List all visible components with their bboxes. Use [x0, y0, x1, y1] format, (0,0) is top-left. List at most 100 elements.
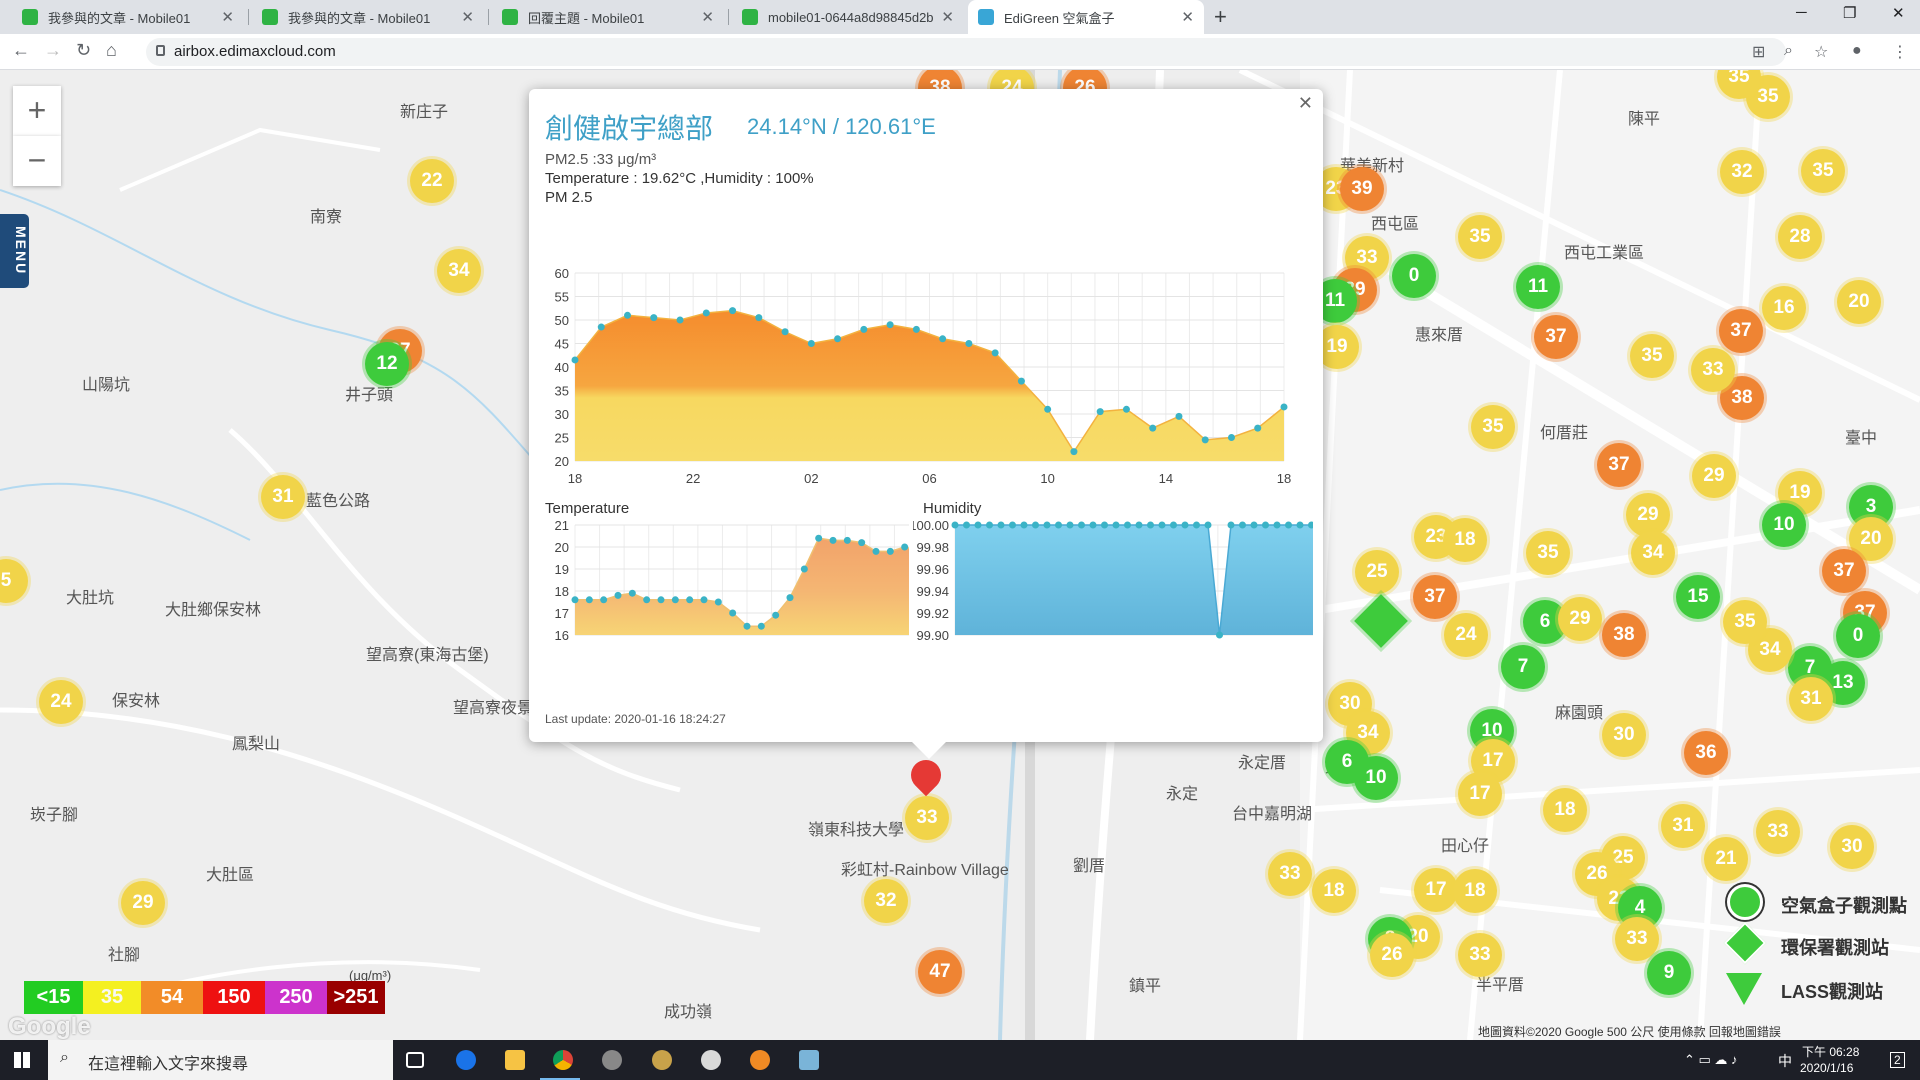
- airbox-station-marker[interactable]: 38: [1602, 613, 1646, 657]
- airbox-station-marker[interactable]: 10: [1354, 756, 1398, 800]
- airbox-station-marker[interactable]: 31: [1661, 804, 1705, 848]
- data-point[interactable]: [1055, 521, 1062, 529]
- data-point[interactable]: [643, 596, 651, 604]
- data-point[interactable]: [1170, 521, 1177, 529]
- data-point[interactable]: [829, 536, 837, 544]
- airbox-station-marker[interactable]: 32: [1720, 150, 1764, 194]
- airbox-station-marker[interactable]: 37: [1413, 575, 1457, 619]
- data-point[interactable]: [1044, 405, 1052, 413]
- more-menu-icon[interactable]: ⋮: [1892, 42, 1908, 62]
- tab-1[interactable]: 我參與的文章 - Mobile01 ✕: [12, 0, 244, 34]
- airbox-station-marker[interactable]: 18: [1443, 518, 1487, 562]
- airbox-station-marker[interactable]: 24: [1444, 613, 1488, 657]
- data-point[interactable]: [1262, 521, 1269, 529]
- data-point[interactable]: [886, 321, 894, 329]
- back-icon[interactable]: ←: [12, 40, 30, 61]
- data-point[interactable]: [628, 589, 636, 597]
- clock-date[interactable]: 2020/1/16: [1800, 1061, 1853, 1075]
- close-window-button[interactable]: ✕: [1892, 4, 1905, 22]
- airbox-station-marker[interactable]: 24: [39, 680, 83, 724]
- data-point[interactable]: [1101, 521, 1108, 529]
- app-icon-2[interactable]: [652, 1050, 672, 1070]
- close-tab-icon[interactable]: ✕: [701, 8, 714, 26]
- data-point[interactable]: [1273, 521, 1281, 529]
- maximize-button[interactable]: ❐: [1843, 4, 1856, 22]
- airbox-station-marker[interactable]: 18: [1543, 788, 1587, 832]
- airbox-station-marker[interactable]: 37: [1534, 315, 1578, 359]
- reload-icon[interactable]: ↻: [76, 40, 91, 61]
- minimize-button[interactable]: ─: [1796, 4, 1807, 21]
- tab-4[interactable]: mobile01-0644a8d98845d2ba ✕: [732, 0, 964, 34]
- airbox-station-marker[interactable]: 35: [1801, 149, 1845, 193]
- airbox-station-marker[interactable]: 35: [1458, 215, 1502, 259]
- airbox-station-marker[interactable]: 39: [1340, 167, 1384, 211]
- data-point[interactable]: [757, 622, 765, 630]
- airbox-station-marker[interactable]: 29: [121, 881, 165, 925]
- new-tab-button[interactable]: +: [1214, 4, 1227, 30]
- airbox-station-marker[interactable]: 34: [437, 249, 481, 293]
- airbox-station-marker[interactable]: 26: [1370, 933, 1414, 977]
- airbox-station-marker[interactable]: 37: [1822, 549, 1866, 593]
- data-point[interactable]: [729, 307, 737, 315]
- data-point[interactable]: [1043, 521, 1051, 529]
- close-popup-button[interactable]: ✕: [1298, 93, 1313, 114]
- airbox-station-marker[interactable]: 0: [1836, 614, 1880, 658]
- zoom-out-button[interactable]: −: [13, 136, 61, 186]
- notification-badge[interactable]: 2: [1890, 1052, 1905, 1068]
- map-attribution[interactable]: 地圖資料©2020 Google 500 公尺 使用條款 回報地圖錯誤: [1478, 1023, 1781, 1040]
- menu-tab[interactable]: MENU: [0, 214, 29, 288]
- data-point[interactable]: [951, 521, 959, 529]
- close-tab-icon[interactable]: ✕: [941, 8, 954, 26]
- airbox-station-marker[interactable]: 30: [1602, 713, 1646, 757]
- data-point[interactable]: [650, 314, 658, 322]
- app-icon-4[interactable]: [750, 1050, 770, 1070]
- app-icon-1[interactable]: [602, 1050, 622, 1070]
- home-icon[interactable]: ⌂: [106, 40, 117, 61]
- airbox-station-marker[interactable]: 29: [1692, 454, 1736, 498]
- data-point[interactable]: [1122, 405, 1130, 413]
- data-point[interactable]: [1112, 521, 1120, 529]
- data-point[interactable]: [743, 622, 751, 630]
- airbox-station-marker[interactable]: 7: [1501, 645, 1545, 689]
- airbox-station-marker[interactable]: 31: [261, 475, 305, 519]
- airbox-station-marker[interactable]: 0: [1392, 254, 1436, 298]
- file-explorer-icon[interactable]: [505, 1050, 525, 1070]
- airbox-station-marker[interactable]: 37: [1597, 443, 1641, 487]
- data-point[interactable]: [585, 596, 593, 604]
- clock-time[interactable]: 下午 06:28: [1802, 1043, 1859, 1060]
- airbox-station-marker[interactable]: 11: [1516, 265, 1560, 309]
- data-point[interactable]: [965, 340, 973, 347]
- close-tab-icon[interactable]: ✕: [1181, 8, 1194, 26]
- data-point[interactable]: [1216, 631, 1223, 639]
- airbox-station-marker[interactable]: 47: [918, 950, 962, 994]
- chrome-icon[interactable]: [553, 1050, 573, 1070]
- tab-3[interactable]: 回覆主題 - Mobile01 ✕: [492, 0, 724, 34]
- bookmark-star-icon[interactable]: ☆: [1814, 42, 1828, 62]
- data-point[interactable]: [1089, 521, 1097, 529]
- data-point[interactable]: [901, 543, 909, 551]
- data-point[interactable]: [997, 521, 1005, 529]
- data-point[interactable]: [963, 521, 970, 529]
- data-point[interactable]: [858, 539, 866, 547]
- data-point[interactable]: [1078, 521, 1085, 529]
- data-point[interactable]: [614, 591, 622, 599]
- airbox-station-marker[interactable]: 35: [1471, 405, 1515, 449]
- data-point[interactable]: [815, 534, 823, 542]
- address-bar[interactable]: airbox.edimaxcloud.com: [146, 38, 1786, 66]
- airbox-station-marker[interactable]: 34: [1631, 531, 1675, 575]
- data-point[interactable]: [1239, 521, 1246, 529]
- tab-2[interactable]: 我參與的文章 - Mobile01 ✕: [252, 0, 484, 34]
- edge-icon[interactable]: [456, 1050, 476, 1070]
- data-point[interactable]: [1096, 408, 1104, 416]
- airbox-station-marker[interactable]: 18: [1312, 869, 1356, 913]
- data-point[interactable]: [1193, 521, 1200, 529]
- data-point[interactable]: [1149, 424, 1157, 432]
- zoom-in-button[interactable]: +: [13, 86, 61, 136]
- ime-indicator[interactable]: 中: [1778, 1051, 1792, 1071]
- data-point[interactable]: [886, 547, 894, 555]
- airbox-station-marker[interactable]: 29: [1558, 597, 1602, 641]
- airbox-station-marker[interactable]: 33: [905, 796, 949, 840]
- airbox-station-marker[interactable]: 30: [1830, 825, 1874, 869]
- airbox-station-marker[interactable]: 17: [1414, 868, 1458, 912]
- airbox-station-marker[interactable]: 31: [1789, 677, 1833, 721]
